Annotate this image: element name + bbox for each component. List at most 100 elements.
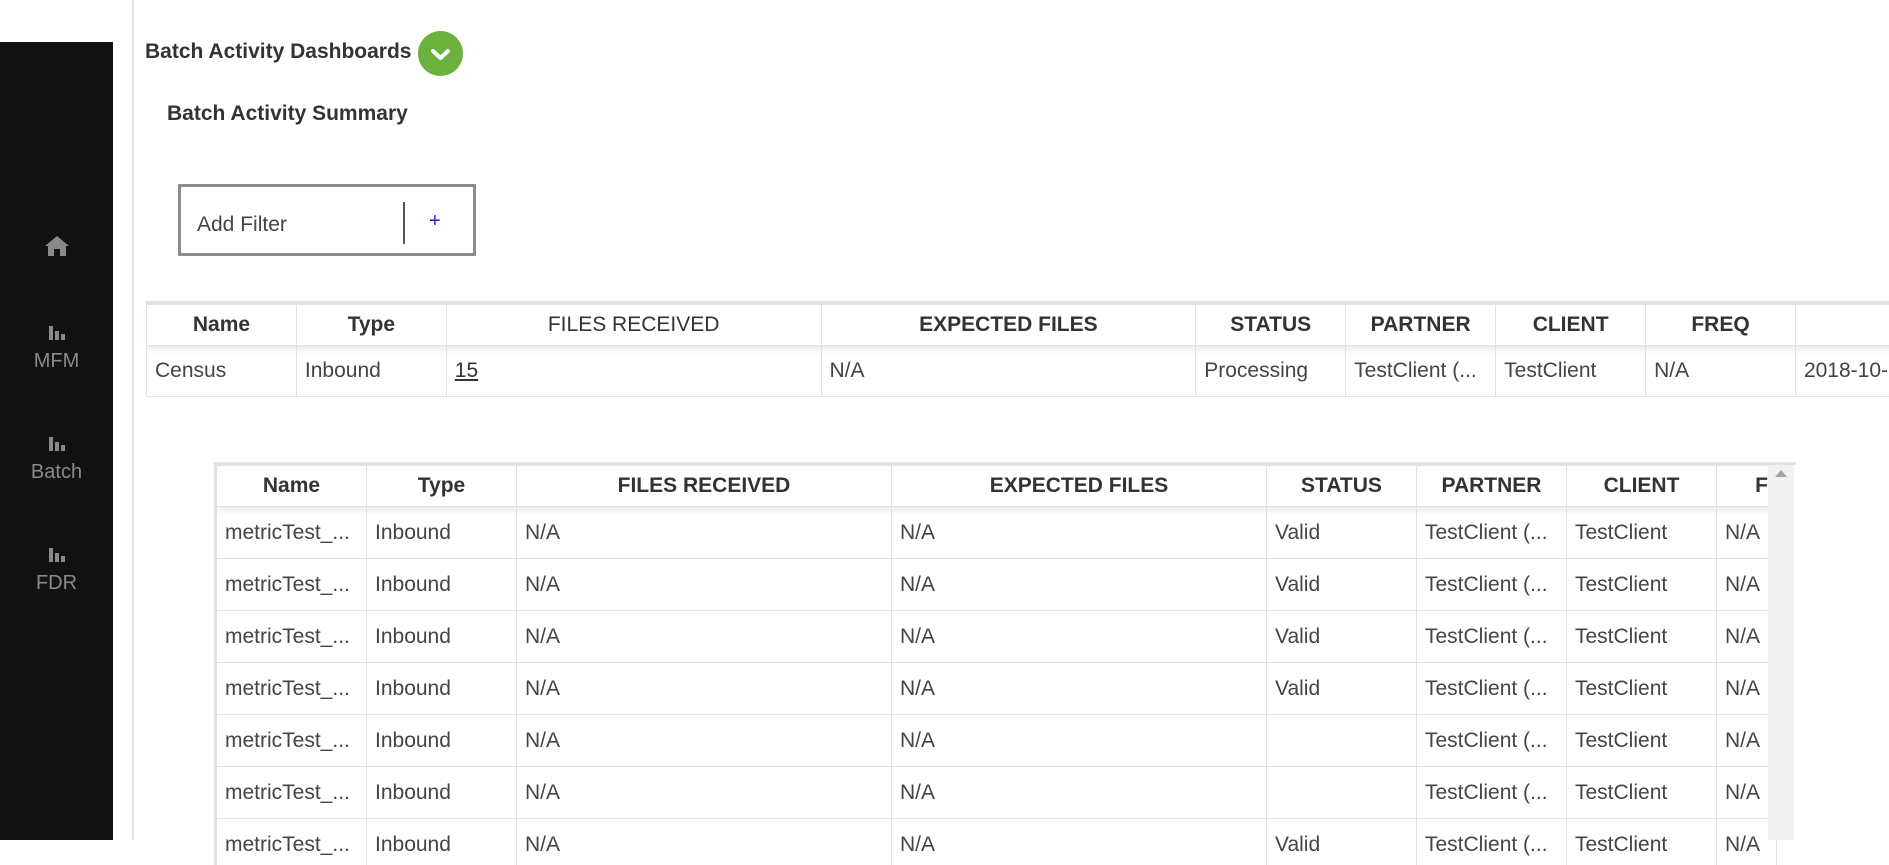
sidebar-item-batch[interactable]: Batch (0, 431, 113, 484)
cell-partner: TestClient (... (1417, 819, 1567, 865)
cell-files-received: N/A (517, 767, 892, 819)
cell-name: metricTest_... (217, 611, 367, 663)
table-scrollbar[interactable] (1768, 465, 1794, 840)
column-header-name[interactable]: Name (217, 466, 367, 507)
cell-expected-files: N/A (892, 819, 1267, 865)
cell-type: Inbound (367, 715, 517, 767)
cell-status (1267, 767, 1417, 819)
add-filter-button[interactable]: + (429, 210, 441, 233)
cell-status: Valid (1267, 663, 1417, 715)
cell-type: Inbound (367, 819, 517, 865)
cell-client: TestClient (1567, 559, 1717, 611)
table-row[interactable]: Census Inbound 15 N/A Processing TestCli… (147, 346, 1889, 397)
cell-status: Valid (1267, 611, 1417, 663)
cell-partner: TestClient (... (1417, 559, 1567, 611)
content-divider (132, 0, 134, 840)
batch-files-table: Name Type FILES RECEIVED EXPECTED FILES … (214, 462, 1796, 865)
column-header-date[interactable] (1795, 305, 1889, 346)
table-row[interactable]: metricTest_...InboundN/AN/ATestClient (.… (217, 715, 1777, 767)
cell-name: metricTest_... (217, 715, 367, 767)
cell-type: Inbound (367, 767, 517, 819)
column-header-files-received[interactable]: FILES RECEIVED (517, 466, 892, 507)
page-title: Batch Activity Dashboards (145, 40, 411, 64)
cell-name: Census (147, 346, 297, 397)
cell-files-received: N/A (517, 819, 892, 865)
cell-files-received: N/A (517, 559, 892, 611)
cell-client: TestClient (1567, 715, 1717, 767)
table-row[interactable]: metricTest_...InboundN/AN/AValidTestClie… (217, 663, 1777, 715)
sidebar: MFM Batch FDR (0, 42, 113, 840)
cell-expected-files: N/A (892, 663, 1267, 715)
cell-partner: TestClient (... (1417, 507, 1567, 559)
table-row[interactable]: metricTest_...InboundN/AN/ATestClient (.… (217, 767, 1777, 819)
cell-status: Valid (1267, 819, 1417, 865)
cell-type: Inbound (367, 663, 517, 715)
table-row[interactable]: metricTest_...InboundN/AN/AValidTestClie… (217, 507, 1777, 559)
cell-partner: TestClient (... (1346, 346, 1496, 397)
cell-expected-files: N/A (892, 611, 1267, 663)
sidebar-item-fdr[interactable]: FDR (0, 542, 113, 595)
cell-client: TestClient (1567, 767, 1717, 819)
bar-chart-icon (46, 436, 68, 458)
cell-name: metricTest_... (217, 819, 367, 865)
cell-name: metricTest_... (217, 663, 367, 715)
cell-files-received: 15 (446, 346, 821, 397)
table-row[interactable]: metricTest_...InboundN/AN/AValidTestClie… (217, 611, 1777, 663)
column-header-expected-files[interactable]: EXPECTED FILES (892, 466, 1267, 507)
sidebar-item-mfm[interactable]: MFM (0, 320, 113, 373)
column-header-freq[interactable]: FREQ (1646, 305, 1796, 346)
column-header-client[interactable]: CLIENT (1496, 305, 1646, 346)
cell-expected-files: N/A (892, 507, 1267, 559)
cell-status: Valid (1267, 507, 1417, 559)
cell-date: 2018-10- (1795, 346, 1889, 397)
batch-summary-table: Name Type FILES RECEIVED EXPECTED FILES … (146, 301, 1889, 396)
cell-expected-files: N/A (892, 559, 1267, 611)
column-header-partner[interactable]: PARTNER (1417, 466, 1567, 507)
table-row[interactable]: metricTest_...InboundN/AN/AValidTestClie… (217, 559, 1777, 611)
cell-name: metricTest_... (217, 559, 367, 611)
cell-type: Inbound (296, 346, 446, 397)
cell-status (1267, 715, 1417, 767)
cell-type: Inbound (367, 507, 517, 559)
files-received-link[interactable]: 15 (455, 359, 478, 382)
cell-expected-files: N/A (892, 767, 1267, 819)
collapse-toggle-button[interactable] (418, 31, 463, 76)
sidebar-item-home[interactable] (0, 234, 113, 264)
inner-table: Name Type FILES RECEIVED EXPECTED FILES … (216, 465, 1777, 865)
column-header-name[interactable]: Name (147, 305, 297, 346)
column-header-client[interactable]: CLIENT (1567, 466, 1717, 507)
sidebar-item-label: MFM (0, 350, 113, 373)
cell-files-received: N/A (517, 715, 892, 767)
cell-client: TestClient (1567, 663, 1717, 715)
column-header-type[interactable]: Type (296, 305, 446, 346)
add-filter-box[interactable]: Add Filter + (178, 184, 476, 256)
cell-partner: TestClient (... (1417, 715, 1567, 767)
cell-status: Valid (1267, 559, 1417, 611)
column-header-files-received[interactable]: FILES RECEIVED (446, 305, 821, 346)
cell-partner: TestClient (... (1417, 767, 1567, 819)
column-header-status[interactable]: STATUS (1267, 466, 1417, 507)
column-header-status[interactable]: STATUS (1196, 305, 1346, 346)
filter-divider (403, 202, 405, 244)
cell-files-received: N/A (517, 507, 892, 559)
sidebar-item-label: Batch (0, 461, 113, 484)
cell-partner: TestClient (... (1417, 611, 1567, 663)
cell-client: TestClient (1567, 611, 1717, 663)
scroll-up-arrow-icon[interactable] (1775, 470, 1787, 477)
table-row[interactable]: metricTest_...InboundN/AN/AValidTestClie… (217, 819, 1777, 865)
cell-files-received: N/A (517, 663, 892, 715)
add-filter-label[interactable]: Add Filter (197, 213, 287, 237)
outer-table: Name Type FILES RECEIVED EXPECTED FILES … (146, 304, 1889, 397)
column-header-type[interactable]: Type (367, 466, 517, 507)
chevron-down-icon (418, 63, 463, 80)
column-header-expected-files[interactable]: EXPECTED FILES (821, 305, 1196, 346)
home-icon (44, 241, 70, 263)
column-header-partner[interactable]: PARTNER (1346, 305, 1496, 346)
section-title: Batch Activity Summary (167, 102, 408, 126)
bar-chart-icon (46, 547, 68, 569)
sidebar-item-label: FDR (0, 572, 113, 595)
cell-freq: N/A (1646, 346, 1796, 397)
cell-status: Processing (1196, 346, 1346, 397)
cell-client: TestClient (1567, 819, 1717, 865)
cell-expected-files: N/A (821, 346, 1196, 397)
